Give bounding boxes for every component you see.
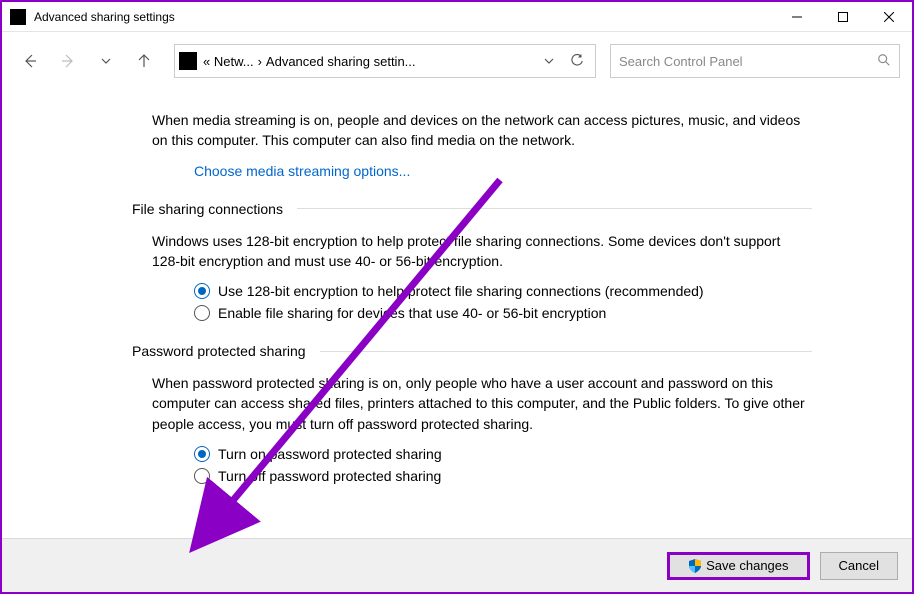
radio-password-on[interactable]: Turn on password protected sharing [194, 446, 812, 462]
breadcrumb[interactable]: « Netw... › Advanced sharing settin... [174, 44, 596, 78]
uac-shield-icon [688, 559, 702, 573]
radio-40-56bit-encryption[interactable]: Enable file sharing for devices that use… [194, 305, 812, 321]
breadcrumb-text: « Netw... › Advanced sharing settin... [203, 54, 535, 69]
save-button-label: Save changes [706, 558, 788, 573]
file-sharing-radio-group: Use 128-bit encryption to help protect f… [194, 283, 812, 321]
up-button[interactable] [128, 45, 160, 77]
search-icon [877, 53, 891, 70]
section-rule [297, 208, 812, 209]
navbar: « Netw... › Advanced sharing settin... [2, 32, 912, 90]
radio-icon [194, 305, 210, 321]
location-icon [179, 52, 197, 70]
footer: Save changes Cancel [2, 538, 912, 592]
search-input[interactable] [619, 54, 877, 69]
file-sharing-header: File sharing connections [132, 201, 812, 217]
password-sharing-header: Password protected sharing [132, 343, 812, 359]
save-changes-button[interactable]: Save changes [667, 552, 809, 580]
password-sharing-header-label: Password protected sharing [132, 343, 306, 359]
window-controls [774, 2, 912, 32]
radio-label: Turn off password protected sharing [218, 468, 441, 484]
search-box[interactable] [610, 44, 900, 78]
breadcrumb-dropdown-button[interactable] [535, 56, 563, 66]
radio-label: Enable file sharing for devices that use… [218, 305, 606, 321]
radio-128bit-encryption[interactable]: Use 128-bit encryption to help protect f… [194, 283, 812, 299]
minimize-button[interactable] [774, 2, 820, 32]
window-frame: Advanced sharing settings [0, 0, 914, 594]
radio-password-off[interactable]: Turn off password protected sharing [194, 468, 812, 484]
radio-label: Turn on password protected sharing [218, 446, 442, 462]
radio-icon [194, 283, 210, 299]
file-sharing-header-label: File sharing connections [132, 201, 283, 217]
cancel-button-label: Cancel [839, 558, 879, 573]
app-icon [10, 9, 26, 25]
radio-icon [194, 446, 210, 462]
breadcrumb-seg-1[interactable]: « Netw... [203, 54, 254, 69]
breadcrumb-sep: › [258, 54, 262, 69]
section-rule [320, 351, 812, 352]
maximize-button[interactable] [820, 2, 866, 32]
media-streaming-description: When media streaming is on, people and d… [152, 110, 812, 151]
content-area: When media streaming is on, people and d… [2, 90, 912, 538]
forward-button[interactable] [52, 45, 84, 77]
refresh-button[interactable] [563, 54, 591, 68]
close-button[interactable] [866, 2, 912, 32]
back-button[interactable] [14, 45, 46, 77]
window-title: Advanced sharing settings [34, 10, 774, 24]
radio-label: Use 128-bit encryption to help protect f… [218, 283, 704, 299]
recent-dropdown-button[interactable] [90, 45, 122, 77]
media-streaming-link[interactable]: Choose media streaming options... [194, 163, 812, 179]
titlebar: Advanced sharing settings [2, 2, 912, 32]
radio-icon [194, 468, 210, 484]
breadcrumb-seg-2[interactable]: Advanced sharing settin... [266, 54, 416, 69]
file-sharing-description: Windows uses 128-bit encryption to help … [152, 231, 812, 272]
password-sharing-radio-group: Turn on password protected sharing Turn … [194, 446, 812, 484]
password-sharing-description: When password protected sharing is on, o… [152, 373, 812, 434]
cancel-button[interactable]: Cancel [820, 552, 898, 580]
